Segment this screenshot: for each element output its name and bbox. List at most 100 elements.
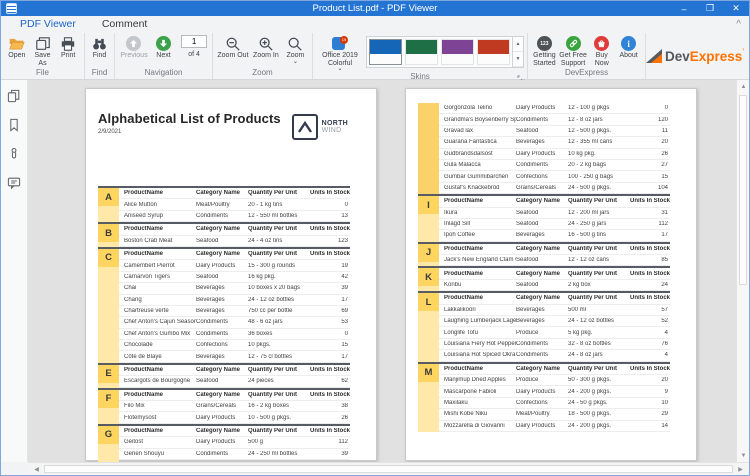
next-button[interactable]: Next	[151, 35, 176, 60]
skin-swatch-green[interactable]	[405, 39, 438, 65]
product-name-cell: Filo Mix	[119, 403, 196, 409]
page-number-input[interactable]	[181, 35, 207, 48]
letter-group: BProductNameCategory NameQuantity Per Un…	[98, 222, 350, 247]
skin-swatch-blue[interactable]	[369, 39, 402, 65]
column-header-product-name: ProductName	[119, 428, 196, 434]
product-name-cell: Chai	[119, 285, 196, 291]
units-in-stock-cell: 104	[630, 185, 670, 191]
ribbon: Open Save As Print File	[1, 33, 749, 80]
category-name-cell: Confections	[196, 342, 248, 348]
column-header-product-name: ProductName	[439, 246, 516, 252]
table-row: Ipoh CoffeeBeverages16 - 500 g tins17	[439, 230, 670, 241]
skin-style-button[interactable]: 19 Office 2019 Colorful ⌄	[317, 35, 363, 71]
letter-band: G	[98, 426, 119, 462]
scroll-left-icon[interactable]: ◀	[30, 463, 43, 476]
skin-swatch-purple[interactable]	[441, 39, 474, 65]
product-name-cell: Geitost	[119, 439, 196, 445]
product-name-cell: Mascarpone Fabioli	[439, 389, 516, 395]
column-header-quantity-per-unit: Quantity Per Unit	[568, 366, 630, 372]
print-button[interactable]: Print	[56, 35, 80, 60]
quantity-per-unit-cell: 16 - 500 g tins	[568, 232, 630, 238]
quantity-per-unit-cell: 24 - 4 oz tins	[248, 238, 310, 244]
units-in-stock-cell: 123	[310, 238, 350, 244]
skins-dialog-launcher-icon[interactable]	[517, 70, 525, 78]
category-name-cell: Beverages	[516, 318, 568, 324]
quantity-per-unit-cell: 24 - 8 oz jars	[568, 352, 630, 358]
tab-pdf-viewer[interactable]: PDF Viewer	[7, 16, 89, 33]
save-as-button[interactable]: Save As	[31, 35, 55, 67]
column-header-category-name: Category Name	[516, 366, 568, 372]
ribbon-collapse-icon[interactable]: ^	[736, 19, 741, 30]
product-name-cell: Chef Anton's Gumbo Mix	[119, 331, 196, 337]
tab-comment[interactable]: Comment	[89, 16, 161, 33]
close-button[interactable]: ✕	[723, 1, 749, 16]
app-window: Product List.pdf - PDF Viewer – ❒ ✕ PDF …	[0, 0, 750, 476]
units-in-stock-cell: 27	[630, 162, 670, 168]
units-in-stock-cell: 26	[310, 415, 350, 421]
page-thumbnails-icon[interactable]	[6, 88, 22, 104]
units-in-stock-cell: 69	[310, 308, 350, 314]
column-header-product-name: ProductName	[119, 251, 196, 257]
units-in-stock-cell: 14	[630, 423, 670, 429]
units-in-stock-cell: 85	[630, 257, 670, 263]
devexpress-group-label: DevExpress	[528, 67, 645, 79]
quantity-per-unit-cell: 750 cc per bottle	[248, 308, 310, 314]
column-header-category-name: Category Name	[196, 226, 248, 232]
letter-band: I	[418, 196, 439, 242]
table-row: Camembert PierrotDairy Products15 - 300 …	[119, 260, 350, 271]
vertical-scroll-thumb[interactable]	[739, 95, 747, 285]
letter-badge: I	[418, 196, 439, 214]
buy-now-button[interactable]: Buy Now	[589, 35, 614, 67]
column-header-units-in-stock: Units In Stock	[310, 190, 350, 196]
open-button[interactable]: Open	[5, 35, 29, 60]
letter-band: B	[98, 224, 119, 247]
zoom-in-button[interactable]: Zoom In	[251, 35, 281, 60]
previous-button[interactable]: Previous	[119, 35, 149, 60]
scroll-right-icon[interactable]: ▶	[734, 463, 747, 476]
letter-band: L	[418, 293, 439, 361]
document-area[interactable]: Alphabetical List of Products 2/9/2021 N…	[28, 80, 736, 462]
find-button[interactable]: Find	[89, 35, 110, 60]
zoom-dropdown-button[interactable]: Zoom ⌄	[283, 35, 308, 64]
bookmarks-icon[interactable]	[6, 117, 22, 133]
column-header-category-name: Category Name	[196, 428, 248, 434]
minimize-button[interactable]: –	[671, 1, 697, 16]
skin-swatch-red[interactable]	[477, 39, 510, 65]
gallery-scroll-down-icon[interactable]: ▼	[513, 52, 523, 67]
file-group-label: File	[1, 67, 84, 79]
product-name-cell: Jack's New England Clam Chowder	[439, 257, 516, 263]
getting-started-label: Getting Started	[532, 52, 557, 67]
product-name-cell: Manjimup Dried Apples	[439, 377, 516, 383]
northwind-chevron-icon	[292, 114, 318, 140]
gallery-scroll-up-icon[interactable]: ▲	[513, 37, 523, 52]
vertical-scrollbar[interactable]: ▲ ▼	[736, 80, 749, 462]
table-row: GeitostDairy Products500 g112	[119, 437, 350, 448]
units-in-stock-cell: 15	[630, 174, 670, 180]
maximize-button[interactable]: ❒	[697, 1, 723, 16]
category-name-cell: Meat/Poultry	[196, 202, 248, 208]
quantity-per-unit-cell: 12 - 8 oz jars	[568, 117, 630, 123]
comments-icon[interactable]	[6, 175, 22, 191]
table-row: Mishi Kobe NikuMeat/Poultry18 - 500 g pk…	[439, 409, 670, 420]
scroll-up-icon[interactable]: ▲	[737, 80, 750, 93]
table-row: Longlife TofuProduce5 kg pkg.4	[439, 327, 670, 338]
table-row: Boston Crab MeatSeafood24 - 4 oz tins123	[119, 236, 350, 247]
attachments-icon[interactable]	[6, 146, 22, 162]
horizontal-scrollbar[interactable]: ◀ ▶	[28, 462, 749, 475]
units-in-stock-cell: 15	[310, 342, 350, 348]
zoom-out-button[interactable]: Zoom Out	[217, 35, 249, 60]
horizontal-scroll-thumb[interactable]	[44, 465, 733, 473]
table-row: Gravad laxSeafood12 - 500 g pkgs.11	[439, 126, 670, 137]
product-name-cell: Gorgonzola Telino	[439, 105, 516, 111]
category-name-cell: Dairy Products	[516, 151, 568, 157]
units-in-stock-cell: 17	[630, 232, 670, 238]
getting-started-button[interactable]: 123 Getting Started	[532, 35, 557, 67]
print-icon	[60, 35, 76, 52]
letter-badge: G	[98, 426, 119, 444]
ribbon-group-zoom: Zoom Out Zoom In Zoom ⌄ Zoom	[213, 33, 313, 79]
get-free-support-button[interactable]: Get Free Support	[559, 35, 588, 67]
about-button[interactable]: i About	[616, 35, 641, 60]
scroll-down-icon[interactable]: ▼	[737, 449, 750, 462]
column-header-units-in-stock: Units In Stock	[630, 295, 670, 301]
quantity-per-unit-cell: 24 - 50 g pkgs.	[568, 400, 630, 406]
